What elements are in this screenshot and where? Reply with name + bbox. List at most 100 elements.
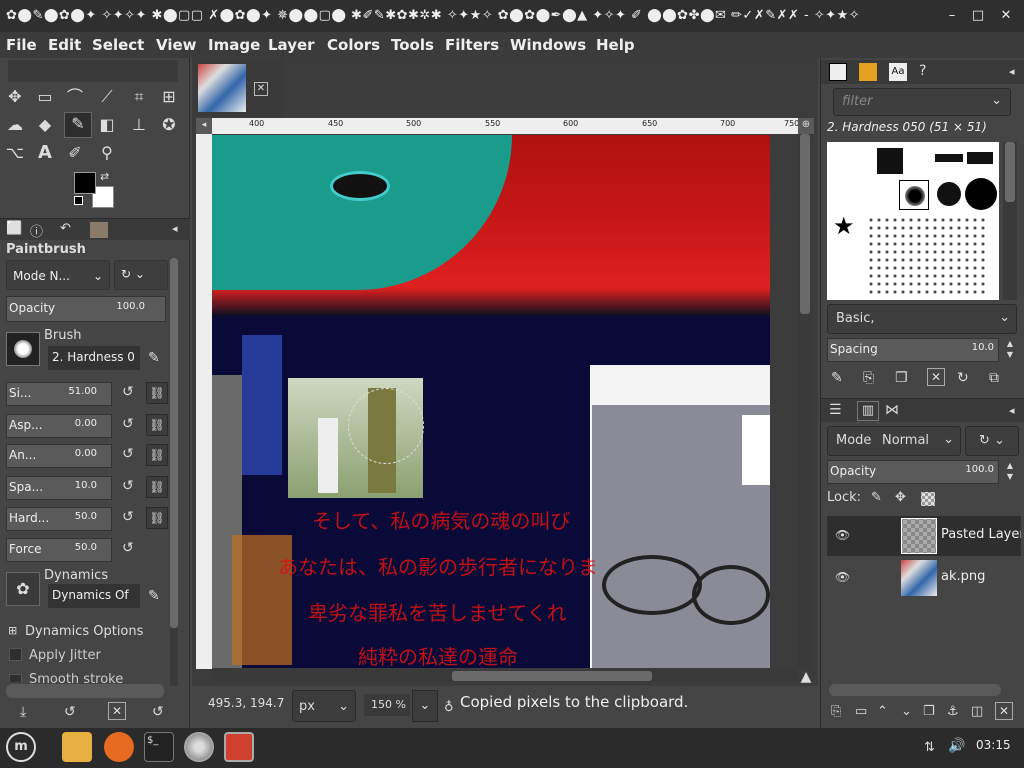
reset-aspect-icon[interactable]: ↺ <box>122 416 134 432</box>
menu-windows[interactable]: Windows <box>510 36 586 54</box>
layer-opacity-slider[interactable]: Opacity 100.0 <box>827 460 999 484</box>
reset-force-icon[interactable]: ↺ <box>122 540 134 556</box>
opacity-slider[interactable]: Opacity 100.0 <box>6 296 166 322</box>
layers-tab-icon[interactable]: ☰ <box>829 402 842 418</box>
images-tab-icon[interactable] <box>90 222 108 238</box>
menu-colors[interactable]: Colors <box>327 36 380 54</box>
aspect-slider[interactable]: Asp... 0.00 <box>6 414 112 438</box>
layers-hscroll[interactable] <box>829 684 1001 696</box>
default-colors-icon[interactable] <box>74 196 83 205</box>
menu-tools[interactable]: Tools <box>391 36 434 54</box>
canvas-hscroll-thumb[interactable] <box>452 671 652 681</box>
help-tab-icon[interactable]: ? <box>919 63 926 79</box>
brush-spacing-spinner[interactable]: ▲ ▼ <box>1003 338 1017 362</box>
reset-mode-select[interactable]: ↻ ⌄ <box>114 260 168 290</box>
undo-history-tab-icon[interactable]: ↶ <box>60 221 71 236</box>
duplicate-brush-icon[interactable]: ❐ <box>895 370 908 386</box>
terminal-taskbar-icon[interactable]: $_ <box>144 732 174 762</box>
dynamics-name-field[interactable]: Dynamics Of <box>48 584 140 608</box>
move-icon[interactable]: ✥ <box>4 86 26 108</box>
visibility-eye-icon[interactable]: 👁 <box>835 528 850 542</box>
brush-filter-combo[interactable]: filter ⌄ <box>833 88 1011 116</box>
link-aspect-icon[interactable]: ⛓ <box>146 414 168 436</box>
raise-layer-icon[interactable]: ⌃ <box>877 704 888 719</box>
brush-grid-item[interactable] <box>877 148 903 174</box>
network-icon[interactable]: ⇅ <box>924 740 935 755</box>
brush-grid-scroll[interactable] <box>1003 142 1017 300</box>
layer-row[interactable]: 👁 Pasted Layer <box>827 516 1021 556</box>
brush-grid-item[interactable] <box>965 178 997 210</box>
angle-slider[interactable]: An... 0.00 <box>6 444 112 468</box>
clock[interactable]: 03:15 <box>976 738 1011 752</box>
brush-grid-item[interactable] <box>937 182 961 206</box>
fill-icon[interactable]: ◆ <box>34 114 56 136</box>
paths-icon[interactable]: ⌥ <box>4 142 26 164</box>
star-brush-icon[interactable]: ★ <box>833 212 855 240</box>
new-layer-group-icon[interactable]: ▭ <box>855 704 867 719</box>
hardness-slider[interactable]: Hard... 50.0 <box>6 507 112 531</box>
lock-position-icon[interactable]: ✥ <box>895 490 906 505</box>
foreground-color-swatch[interactable] <box>74 172 96 194</box>
size-slider[interactable]: Si... 51.00 <box>6 382 112 406</box>
heal-icon[interactable]: ✪ <box>158 114 180 136</box>
patterns-tab-icon[interactable] <box>859 63 877 81</box>
link-spacing-icon[interactable]: ⛓ <box>146 476 168 498</box>
force-slider[interactable]: Force 50.0 <box>6 538 112 562</box>
link-hardness-icon[interactable]: ⛓ <box>146 507 168 529</box>
menu-file[interactable]: File <box>6 36 37 54</box>
reset-angle-icon[interactable]: ↺ <box>122 446 134 462</box>
image-tab-close-icon[interactable]: ✕ <box>254 82 268 96</box>
color-picker-icon[interactable]: ✐ <box>64 142 86 164</box>
mint-menu-icon[interactable]: m <box>6 732 36 762</box>
quickmask-toggle[interactable]: ◂ <box>196 118 212 134</box>
delete-layer-icon[interactable]: ✕ <box>995 702 1013 720</box>
reset-spacing-icon[interactable]: ↺ <box>122 478 134 494</box>
canvas-vscroll-thumb[interactable] <box>800 134 810 314</box>
text-icon[interactable]: A <box>34 142 56 164</box>
menu-filters[interactable]: Filters <box>445 36 499 54</box>
canvas-image[interactable]: そして、私の病気の魂の叫び あなたは、私の影の歩行者になりま 卑劣な罪私を苦しま… <box>212 135 770 668</box>
vertical-ruler[interactable] <box>196 134 212 669</box>
close-button[interactable]: ✕ <box>996 6 1016 26</box>
media-taskbar-icon[interactable] <box>184 732 214 762</box>
layer-opacity-spinner[interactable]: ▲ ▼ <box>1003 460 1017 484</box>
brushes-tab-icon[interactable] <box>829 63 847 81</box>
minimize-button[interactable]: – <box>942 6 962 26</box>
tab-menu-icon[interactable]: ◂ <box>1009 65 1015 78</box>
menu-select[interactable]: Select <box>92 36 144 54</box>
menu-layer[interactable]: Layer <box>268 36 315 54</box>
crop-icon[interactable]: ⌗ <box>128 86 150 108</box>
reset-size-icon[interactable]: ↺ <box>122 384 134 400</box>
brush-grid-texture[interactable] <box>867 216 987 296</box>
reset-hardness-icon[interactable]: ↺ <box>122 509 134 525</box>
lock-alpha-icon[interactable] <box>921 492 935 506</box>
layer-row[interactable]: 👁 ak.png <box>827 558 1021 598</box>
new-brush-icon[interactable]: ⎘ <box>863 370 874 386</box>
open-brush-as-image-icon[interactable]: ⧉ <box>989 370 999 386</box>
maximize-button[interactable]: □ <box>968 6 988 26</box>
edit-dynamics-icon[interactable]: ✎ <box>148 588 160 604</box>
horizontal-ruler[interactable]: 400 450 500 550 600 650 700 750 <box>212 118 799 134</box>
brush-tag-combo[interactable]: Basic, ⌄ <box>827 304 1017 334</box>
dynamics-preview-icon[interactable]: ✿ <box>6 572 40 606</box>
menu-help[interactable]: Help <box>596 36 635 54</box>
spacing-slider[interactable]: Spa... 10.0 <box>6 476 112 500</box>
tool-options-hscroll[interactable] <box>6 684 164 698</box>
unit-select[interactable]: px ⌄ <box>292 690 356 722</box>
brush-grid[interactable]: ★ <box>827 142 999 300</box>
brush-name-field[interactable]: 2. Hardness 0 <box>48 346 140 370</box>
paintbrush-icon[interactable]: ✎ <box>64 112 92 138</box>
visibility-eye-icon[interactable]: 👁 <box>835 570 850 584</box>
channels-tab-icon[interactable]: ▥ <box>857 401 879 421</box>
device-status-tab-icon[interactable]: ⓘ <box>30 221 43 240</box>
rect-select-icon[interactable]: ▭ <box>34 86 56 108</box>
warp-icon[interactable]: ⊞ <box>158 86 180 108</box>
anchor-layer-icon[interactable]: ⚓ <box>947 704 959 719</box>
link-angle-icon[interactable]: ⛓ <box>146 444 168 466</box>
brush-grid-item[interactable] <box>967 152 993 164</box>
delete-tool-preset-icon[interactable]: ✕ <box>108 702 126 720</box>
menu-view[interactable]: View <box>156 36 197 54</box>
tool-options-tab-icon[interactable]: ⬜ <box>6 221 22 236</box>
layer-name[interactable]: Pasted Layer <box>941 527 1021 542</box>
zoom-dropdown-icon[interactable]: ⌄ <box>412 690 438 722</box>
